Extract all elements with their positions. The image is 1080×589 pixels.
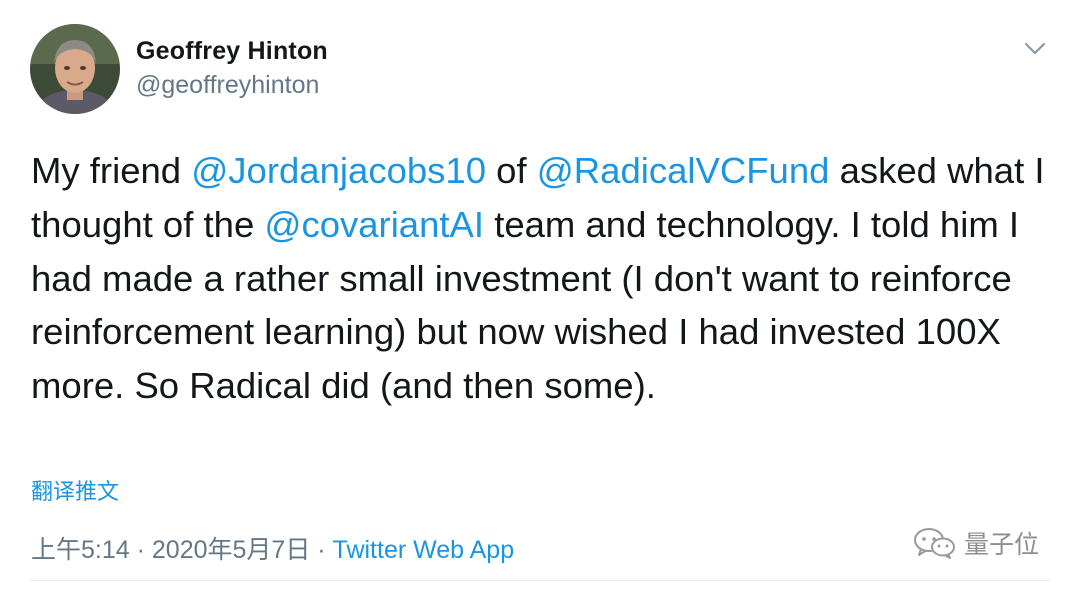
author-display-name[interactable]: Geoffrey Hinton [136, 37, 328, 66]
mention-link-covariantai[interactable]: @covariantAI [264, 204, 484, 245]
avatar[interactable] [30, 24, 120, 114]
author-handle[interactable]: @geoffreyhinton [136, 71, 319, 100]
wechat-icon [914, 528, 955, 559]
watermark: 量子位 [912, 523, 1039, 563]
tweet-text-segment: My friend [31, 150, 192, 191]
tweet-card: Geoffrey Hinton @geoffreyhinton My frien… [0, 0, 1080, 589]
watermark-label: 量子位 [964, 531, 1040, 559]
mention-link-radicalvcfund[interactable]: @RadicalVCFund [537, 150, 830, 191]
meta-separator: · [310, 536, 333, 564]
tweet-text-segment: of [486, 150, 537, 191]
mention-link-jordanjacobs10[interactable]: @Jordanjacobs10 [191, 150, 486, 191]
tweet-time[interactable]: 上午5:14 [31, 536, 130, 564]
tweet-text: My friend @Jordanjacobs10 of @RadicalVCF… [31, 144, 1051, 413]
meta-separator: · [129, 536, 152, 564]
tweet-source-link[interactable]: Twitter Web App [333, 536, 515, 564]
tweet-date[interactable]: 2020年5月7日 [152, 536, 310, 564]
divider [30, 580, 1050, 581]
tweet-metadata: 上午5:14 · 2020年5月7日 · Twitter Web App [31, 530, 514, 566]
translate-tweet-link[interactable]: 翻译推文 [31, 474, 119, 506]
avatar-image [30, 24, 120, 114]
chevron-down-icon[interactable] [1020, 34, 1050, 64]
